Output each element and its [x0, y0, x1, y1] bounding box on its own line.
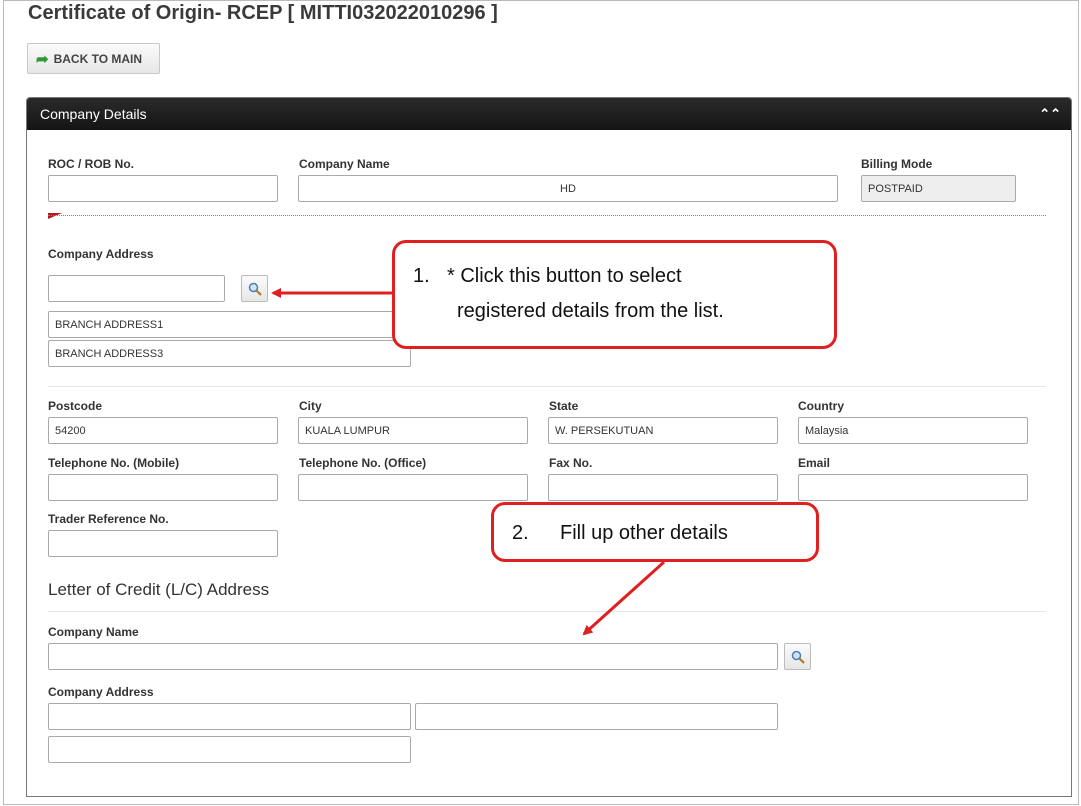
callout-arrows — [271, 288, 666, 636]
arrow-to-lc-name — [582, 560, 666, 636]
